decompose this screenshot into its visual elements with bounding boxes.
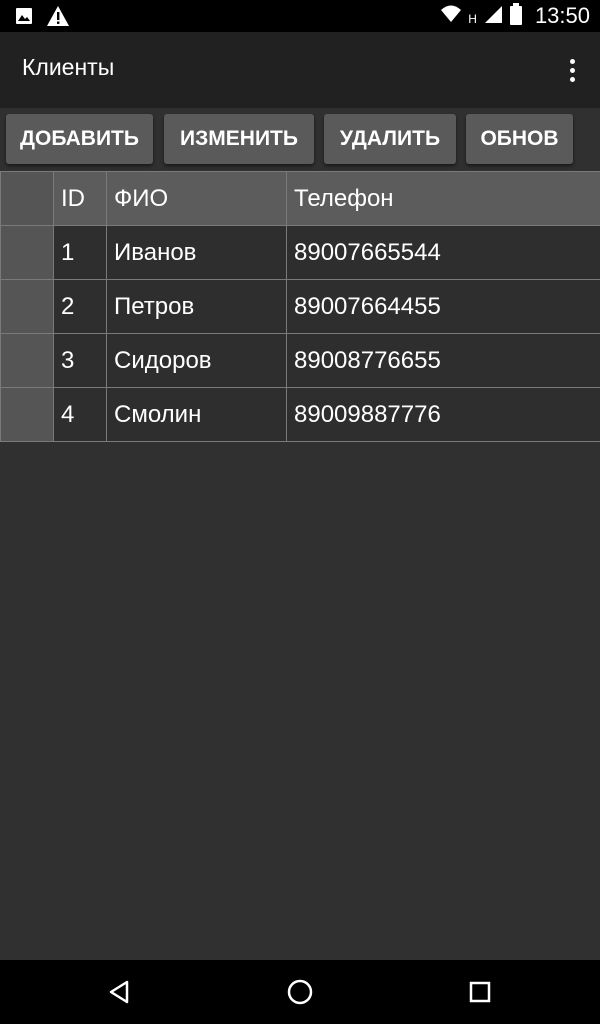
row-select-cell[interactable] xyxy=(0,279,54,334)
row-select-cell[interactable] xyxy=(0,225,54,280)
cell-id[interactable]: 3 xyxy=(53,333,107,388)
cell-phone[interactable]: 89007665544 xyxy=(286,225,600,280)
cell-phone[interactable]: 89009887776 xyxy=(286,387,600,442)
battery-icon xyxy=(509,2,523,30)
status-time: 13:50 xyxy=(534,3,590,28)
table-row[interactable]: 3 Сидоров 89008776655 xyxy=(0,333,600,388)
column-header-fio[interactable]: ФИО xyxy=(106,171,287,226)
add-button[interactable]: ДОБАВИТЬ xyxy=(6,114,153,164)
table-row[interactable]: 2 Петров 89007664455 xyxy=(0,279,600,334)
cell-phone[interactable]: 89008776655 xyxy=(286,333,600,388)
overflow-menu-icon[interactable] xyxy=(560,54,584,86)
refresh-button[interactable]: ОБНОВ xyxy=(466,114,573,164)
table-row[interactable]: 4 Смолин 89009887776 xyxy=(0,387,600,442)
back-icon[interactable] xyxy=(105,977,135,1007)
column-header-id[interactable]: ID xyxy=(53,171,107,226)
table-header-row: ID ФИО Телефон xyxy=(0,171,600,226)
edit-button[interactable]: ИЗМЕНИТЬ xyxy=(164,114,314,164)
image-icon xyxy=(14,6,34,31)
cell-fio[interactable]: Сидоров xyxy=(106,333,287,388)
column-header-phone[interactable]: Телефон xyxy=(286,171,600,226)
action-buttons: ДОБАВИТЬ ИЗМЕНИТЬ УДАЛИТЬ ОБНОВ xyxy=(0,108,600,170)
clients-table: ID ФИО Телефон 1 Иванов 89007665544 2 Пе… xyxy=(0,171,600,442)
screen: H 13:50 Клиенты ДОБАВИТЬ ИЗМЕНИТЬ УДАЛИТ… xyxy=(0,0,600,1024)
cell-fio[interactable]: Иванов xyxy=(106,225,287,280)
row-select-cell[interactable] xyxy=(0,333,54,388)
app-title: Клиенты xyxy=(22,54,115,80)
recent-apps-icon[interactable] xyxy=(465,977,495,1007)
wifi-icon xyxy=(440,4,462,29)
app-bar: Клиенты xyxy=(0,32,600,108)
header-select-cell[interactable] xyxy=(0,171,54,226)
row-select-cell[interactable] xyxy=(0,387,54,442)
cell-id[interactable]: 4 xyxy=(53,387,107,442)
status-bar: H 13:50 xyxy=(0,0,600,32)
table-row[interactable]: 1 Иванов 89007665544 xyxy=(0,225,600,280)
network-type-label: H xyxy=(468,12,477,26)
cell-id[interactable]: 1 xyxy=(53,225,107,280)
cell-id[interactable]: 2 xyxy=(53,279,107,334)
signal-icon xyxy=(483,4,503,29)
cell-fio[interactable]: Петров xyxy=(106,279,287,334)
status-left-icons xyxy=(14,5,70,32)
cell-phone[interactable]: 89007664455 xyxy=(286,279,600,334)
delete-button[interactable]: УДАЛИТЬ xyxy=(324,114,456,164)
status-right-icons: H 13:50 xyxy=(440,0,590,32)
warning-icon xyxy=(46,5,70,32)
home-icon[interactable] xyxy=(285,977,315,1007)
navigation-bar xyxy=(0,960,600,1024)
cell-fio[interactable]: Смолин xyxy=(106,387,287,442)
